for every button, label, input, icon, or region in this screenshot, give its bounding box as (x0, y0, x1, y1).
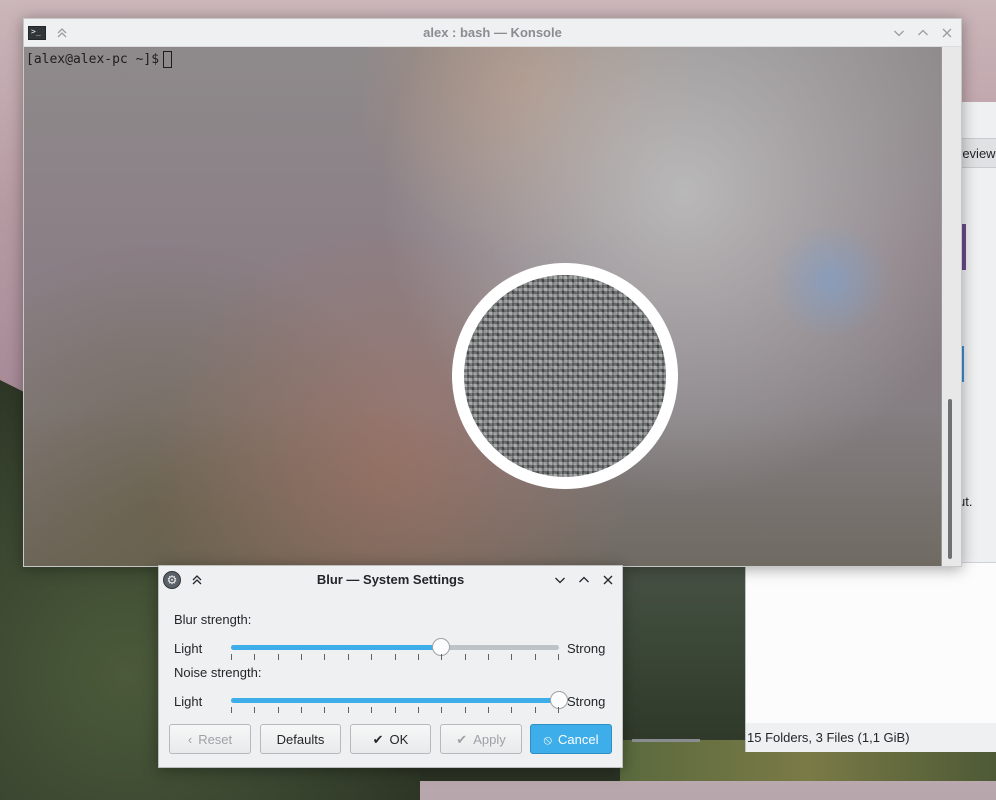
maximize-icon[interactable] (915, 25, 931, 41)
slider-tick (371, 654, 372, 660)
settings-icon[interactable]: ⚙ (163, 570, 181, 589)
noise-slider-ticks (231, 707, 559, 714)
checkmark-icon: ✔ (456, 731, 468, 747)
slider-tick (278, 654, 279, 660)
blur-slider-fill (231, 645, 441, 650)
dialog-titlebar[interactable]: ⚙ Blur — System Settings (159, 566, 622, 593)
slider-tick (231, 654, 232, 660)
konsole-window-title: alex : bash — Konsole (423, 25, 562, 40)
defaults-button[interactable]: Defaults (260, 724, 341, 754)
blur-slider-ticks (231, 654, 559, 661)
text-cursor (163, 51, 173, 68)
prompt-text: [alex@alex-pc ~]$ (26, 52, 160, 67)
slider-tick (348, 654, 349, 660)
shell-prompt: [alex@alex-pc ~]$ (26, 51, 173, 68)
preview-tab-label: review (958, 145, 996, 161)
cancel-button-label: Cancel (558, 731, 599, 747)
close-icon[interactable] (600, 572, 616, 588)
status-bar-text: 15 Folders, 3 Files (1,1 GiB) (747, 729, 910, 745)
noise-strength-slider[interactable] (231, 691, 568, 709)
slider-tick (465, 707, 466, 713)
slider-tick (395, 654, 396, 660)
zoom-magnifier (452, 263, 678, 489)
slider-tick (418, 654, 419, 660)
close-icon[interactable] (939, 25, 955, 41)
slider-tick (488, 707, 489, 713)
slider-tick (441, 654, 442, 660)
apply-button-label: Apply (473, 731, 506, 747)
blur-max-label: Strong (567, 640, 606, 656)
blur-strength-slider[interactable] (231, 638, 559, 656)
slider-tick (254, 707, 255, 713)
konsole-titlebar[interactable]: >_ alex : bash — Konsole (24, 19, 961, 47)
noise-preview (464, 275, 666, 477)
noise-slider-fill (231, 698, 559, 703)
minimize-icon[interactable] (552, 572, 568, 588)
reset-button[interactable]: ‹ Reset (169, 724, 251, 754)
slider-tick (301, 707, 302, 713)
terminal-scrollbar[interactable] (942, 47, 961, 566)
slider-tick (371, 707, 372, 713)
terminal-icon[interactable]: >_ (28, 25, 46, 40)
noise-strength-label: Noise strength: (174, 665, 262, 680)
slider-tick (535, 654, 536, 660)
slider-tick (535, 707, 536, 713)
blur-strength-slider-row: Light Strong (174, 636, 614, 660)
slider-tick (324, 654, 325, 660)
slider-tick (278, 707, 279, 713)
noise-max-label: Strong (567, 693, 606, 709)
blur-settings-dialog: ⚙ Blur — System Settings Blur strength: … (158, 565, 623, 768)
cancel-icon: ⦸ (543, 731, 552, 747)
slider-tick (558, 707, 559, 713)
slider-tick (418, 707, 419, 713)
slider-tick (511, 707, 512, 713)
reset-button-label: Reset (198, 731, 233, 747)
keep-above-icon[interactable] (189, 572, 205, 588)
slider-tick (441, 707, 442, 713)
blur-strength-label: Blur strength: (174, 612, 252, 627)
blur-min-label: Light (174, 640, 203, 656)
chevron-left-icon: ‹ (187, 731, 193, 747)
scrollbar-thumb[interactable] (948, 399, 952, 559)
noise-min-label: Light (174, 693, 203, 709)
maximize-icon[interactable] (576, 572, 592, 588)
keep-above-icon[interactable] (54, 25, 70, 41)
slider-tick (324, 707, 325, 713)
slider-tick (348, 707, 349, 713)
dialog-button-row: ‹ Reset Defaults ✔ OK ✔ Apply ⦸ Cancel (169, 724, 614, 756)
ok-button-label: OK (389, 731, 409, 747)
file-manager-panel (746, 562, 996, 723)
slider-tick (558, 654, 559, 660)
slider-tick (395, 707, 396, 713)
slider-tick (231, 707, 232, 713)
background-scrollbar[interactable] (632, 739, 700, 742)
slider-tick (254, 654, 255, 660)
noise-strength-slider-row: Light Strong (174, 689, 614, 713)
minimize-icon[interactable] (891, 25, 907, 41)
cancel-button[interactable]: ⦸ Cancel (530, 724, 612, 754)
checkmark-icon: ✔ (372, 731, 384, 747)
slider-tick (465, 654, 466, 660)
slider-tick (511, 654, 512, 660)
apply-button[interactable]: ✔ Apply (440, 724, 522, 754)
slider-tick (301, 654, 302, 660)
defaults-button-label: Defaults (276, 731, 325, 747)
ok-button[interactable]: ✔ OK (350, 724, 431, 754)
slider-tick (488, 654, 489, 660)
